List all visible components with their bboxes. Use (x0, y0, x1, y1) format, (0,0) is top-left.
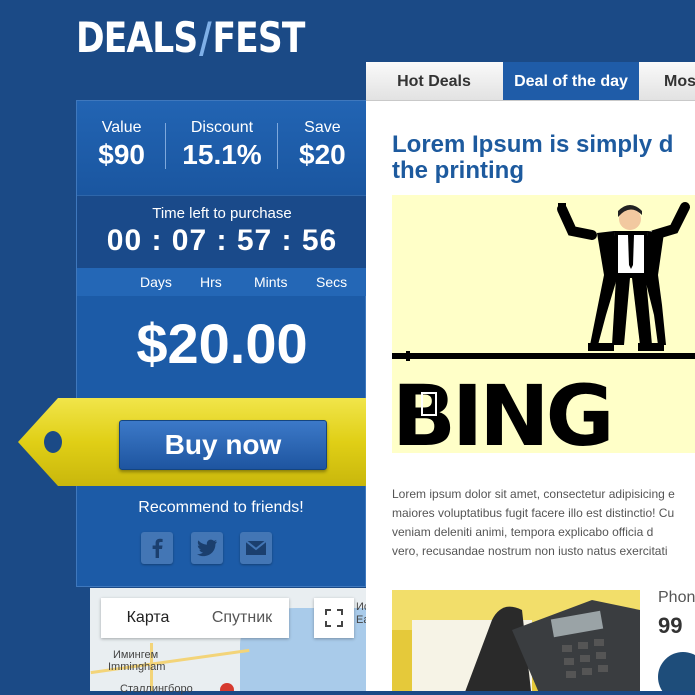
deal-stats: Value $90 Discount 15.1% Save $20 (77, 101, 367, 195)
timer-digits: 00 : 07 : 57 : 56 (106, 224, 338, 257)
phone-deal-badge (658, 652, 695, 691)
paragraph-line-1: Lorem ipsum dolor sit amet, consectetur … (392, 487, 675, 501)
unit-mints: Mints (254, 274, 288, 290)
deal-price: $20.00 (136, 312, 308, 375)
stat-save: Save $20 (278, 101, 367, 171)
map-place-1: Имингем (113, 649, 159, 661)
logo-fest: FEST (212, 12, 305, 62)
recommend-text: Recommend to friends! (138, 499, 304, 516)
article-paragraph: Lorem ipsum dolor sit amet, consectetur … (392, 485, 695, 561)
map-tab-map[interactable]: Карта (101, 598, 195, 638)
stat-value-label: Value (101, 119, 142, 136)
phone-deal-info: Phon 99 (658, 589, 695, 639)
buy-now-button[interactable]: Buy now (119, 420, 327, 470)
tab-deal-of-the-day[interactable]: Deal of the day (503, 62, 639, 100)
unit-hrs: Hrs (200, 274, 222, 290)
paragraph-line-2: maiores voluptatibus fugit facere illo e… (392, 506, 675, 520)
tab-hot-deals[interactable]: Hot Deals (366, 62, 502, 100)
mail-icon[interactable] (240, 532, 272, 564)
unit-secs: Secs (316, 274, 348, 290)
countdown-timer: Time left to purchase 00 : 07 : 57 : 56 (77, 195, 367, 269)
stat-value: Value $90 (77, 101, 167, 171)
unit-days: Days (140, 274, 172, 290)
stat-value-amount: $90 (98, 139, 145, 170)
map-tab-satellite[interactable]: Спутник (195, 598, 289, 638)
stat-discount-label: Discount (190, 119, 254, 136)
heading-line-1: Lorem Ipsum is simply d (392, 131, 674, 158)
stat-save-label: Save (304, 119, 341, 136)
fullscreen-icon (325, 609, 343, 627)
map-pin-icon[interactable] (220, 683, 234, 691)
phone-deal-value: 99 (658, 613, 683, 638)
twitter-icon[interactable] (191, 532, 223, 564)
desk-phone-image (392, 590, 640, 691)
timer-title: Time left to purchase (152, 205, 292, 222)
stat-discount-amount: 15.1% (182, 139, 262, 170)
main-content: Hot Deals Deal of the day Mos Lorem Ipsu… (366, 62, 695, 691)
logo-deals: DEALS (76, 12, 198, 62)
map-place-2: Immingham (108, 661, 166, 673)
fullscreen-button[interactable] (314, 598, 354, 638)
phone-deal-image[interactable] (392, 590, 640, 691)
stat-save-amount: $20 (299, 139, 346, 170)
businessman-bingo-image: BING (392, 202, 695, 453)
article-illustration: BING (392, 195, 695, 453)
article-heading[interactable]: Lorem Ipsum is simply d the printing (392, 132, 695, 184)
timer-units: Days Hrs Mints Secs (77, 268, 367, 296)
phone-deal-label: Phon (658, 589, 695, 606)
map-place-3: Сталлингборо (120, 683, 193, 695)
paragraph-line-3: veniam deleniti animi, tempora explicabo… (392, 525, 654, 539)
stat-discount: Discount 15.1% (166, 101, 278, 171)
site-logo[interactable]: DEALS / FEST (76, 12, 305, 62)
bingo-text: BING (392, 367, 611, 453)
deal-tabs: Hot Deals Deal of the day Mos (366, 62, 695, 101)
logo-slash: / (199, 12, 212, 62)
heading-line-2: the printing (392, 157, 524, 184)
paragraph-line-4: vero, recusandae nostrum non iusto natus… (392, 544, 668, 558)
tab-most[interactable]: Mos (640, 62, 695, 100)
facebook-icon[interactable] (141, 532, 173, 564)
map-type-toggle: Карта Спутник (101, 598, 289, 638)
